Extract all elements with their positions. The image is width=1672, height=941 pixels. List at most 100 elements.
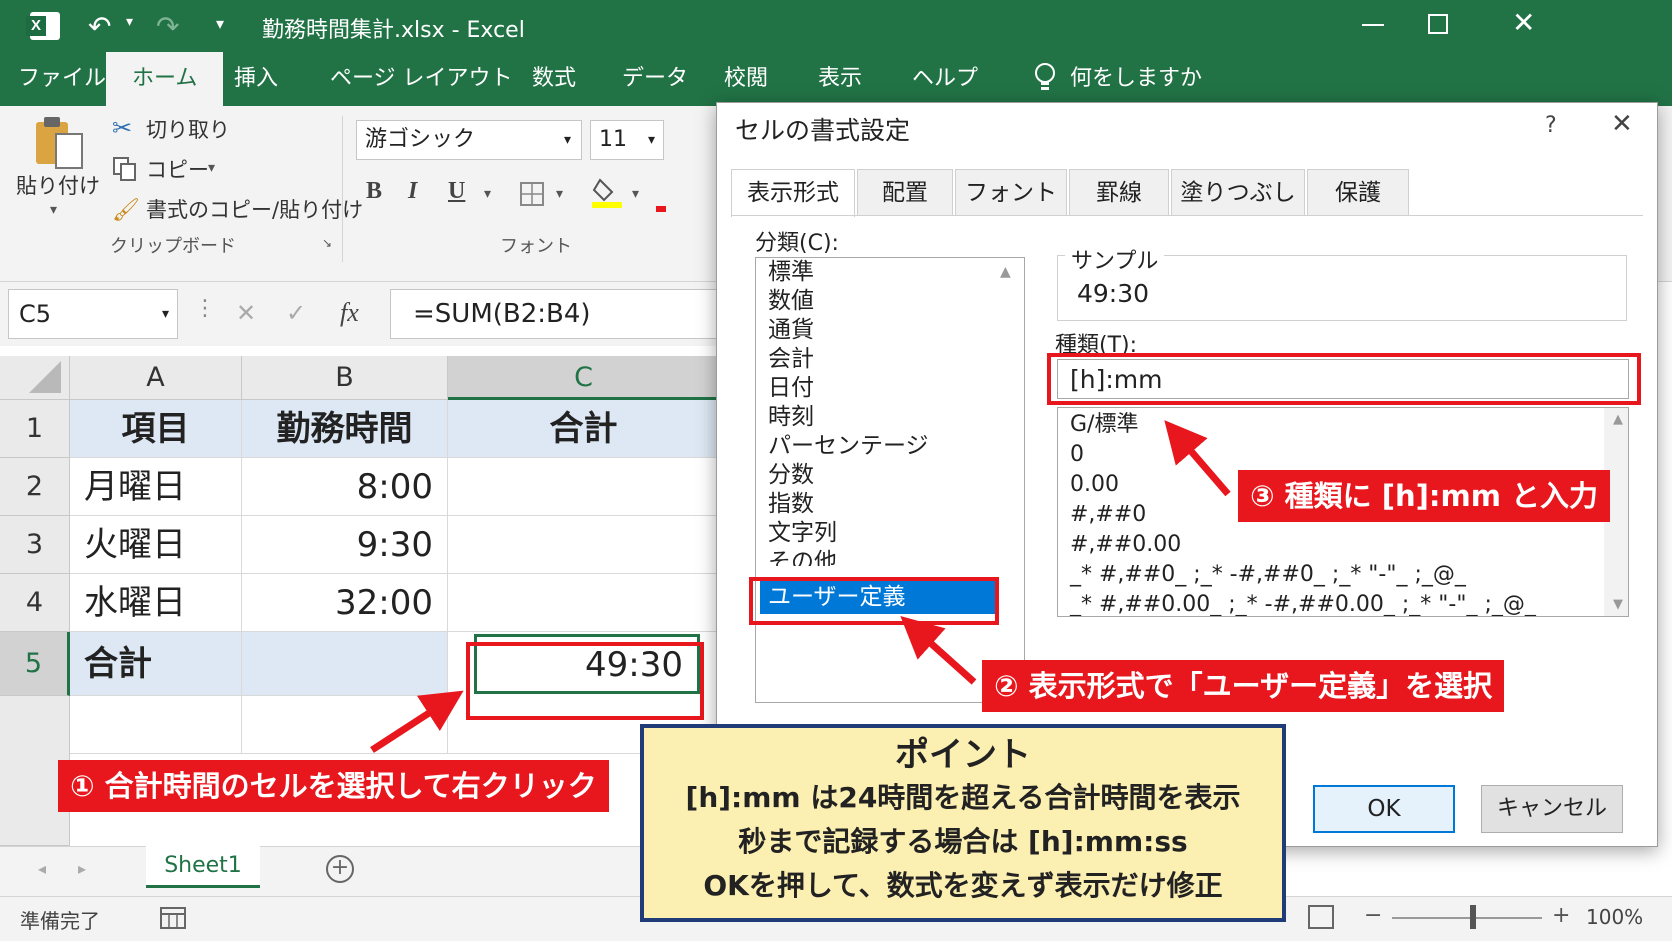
cell-c1[interactable]: 合計 [448,400,720,458]
cell-c4[interactable] [448,574,720,632]
dialog-close-icon[interactable]: ✕ [1611,109,1633,139]
category-item[interactable]: 会計 [768,345,814,374]
redo-icon[interactable]: ↷ [156,10,179,43]
category-listbox[interactable]: 標準 数値 通貨 会計 日付 時刻 パーセンテージ 分数 指数 文字列 その他 … [755,257,1025,703]
tab-review[interactable]: 校閲 [724,52,768,106]
tab-insert[interactable]: 挿入 [234,52,278,106]
category-item[interactable]: 数値 [768,287,814,316]
tab-number[interactable]: 表示形式 [731,169,855,217]
category-item[interactable]: パーセンテージ [768,432,929,461]
type-item[interactable]: #,##0 [1070,500,1146,530]
column-header-c[interactable]: C [448,356,720,400]
sheet-scroll-right-icon[interactable]: ▸ [78,859,86,878]
tab-page-layout[interactable]: ページ レイアウト [330,52,513,106]
cut-label[interactable]: 切り取り [146,114,230,144]
cancel-button[interactable]: キャンセル [1481,785,1623,833]
zoom-level[interactable]: 100% [1586,905,1643,929]
page-layout-view-icon[interactable] [1308,905,1334,929]
type-item[interactable]: 0.00 [1070,470,1119,500]
cancel-entry-icon[interactable]: ✕ [236,289,256,337]
category-item[interactable]: その他 [768,548,837,566]
fill-color-icon[interactable] [592,176,622,208]
scroll-up-icon[interactable]: ▲ [1613,412,1623,427]
cell-b2[interactable]: 8:00 [242,458,448,516]
cell-a5[interactable]: 合計 [70,632,242,696]
insert-function-icon[interactable]: fx [340,289,359,337]
scroll-down-icon[interactable]: ▼ [1613,597,1623,612]
cell-b6[interactable] [242,696,448,754]
column-header-b[interactable]: B [242,356,448,400]
cell-c2[interactable] [448,458,720,516]
copy-label[interactable]: コピー [146,154,209,184]
cell-b3[interactable]: 9:30 [242,516,448,574]
category-item[interactable]: 文字列 [768,519,837,548]
font-name-select[interactable]: 游ゴシック ▾ [356,120,582,160]
formula-input[interactable]: =SUM(B2:B4) [390,289,720,339]
row-header-3[interactable]: 3 [0,516,70,574]
type-item[interactable]: 0 [1070,440,1084,470]
format-painter-label[interactable]: 書式のコピー/貼り付け [146,194,363,224]
tab-help[interactable]: ヘルプ [912,52,978,106]
chevron-down-icon[interactable]: ▾ [50,202,57,218]
italic-button[interactable]: I [408,178,417,205]
type-item[interactable]: G/標準 [1070,410,1138,440]
bold-button[interactable]: B [366,178,382,205]
confirm-entry-icon[interactable]: ✓ [286,289,306,337]
category-item[interactable]: 日付 [768,374,814,403]
tab-border[interactable]: 罫線 [1069,169,1169,215]
tell-me-search[interactable]: 何をしますか [1070,52,1202,106]
customize-qat-icon[interactable]: ▾ [216,14,224,33]
chevron-down-icon[interactable]: ▾ [632,186,639,202]
category-item[interactable]: 指数 [768,490,814,519]
tab-file[interactable]: ファイル [18,52,106,106]
cell-a6[interactable] [70,696,242,754]
category-item[interactable]: 通貨 [768,316,814,345]
cell-a4[interactable]: 水曜日 [70,574,242,632]
row-header-4[interactable]: 4 [0,574,70,632]
row-header-2[interactable]: 2 [0,458,70,516]
type-item[interactable]: #,##0.00 [1070,530,1181,560]
tab-view[interactable]: 表示 [818,52,862,106]
tab-fill[interactable]: 塗りつぶし [1171,169,1305,215]
font-color-icon[interactable] [656,182,666,212]
category-item[interactable]: 標準 [768,258,814,287]
sheet-scroll-left-icon[interactable]: ◂ [38,859,46,878]
ok-button[interactable]: OK [1313,785,1455,833]
tab-protection[interactable]: 保護 [1307,169,1409,215]
zoom-slider-thumb[interactable] [1470,905,1476,929]
zoom-plus[interactable]: + [1552,903,1570,928]
zoom-slider-track[interactable] [1392,917,1542,919]
scissors-icon[interactable]: ✂ [112,114,132,142]
tab-formulas[interactable]: 数式 [532,52,576,106]
underline-button[interactable]: U [448,178,465,205]
category-item[interactable]: 分数 [768,461,814,490]
minimize-icon[interactable] [1362,24,1384,26]
maximize-icon[interactable] [1428,14,1448,34]
name-box[interactable]: C5 ▾ [8,289,178,339]
macro-record-icon[interactable] [160,905,186,929]
type-item[interactable]: _* #,##0.00_ ;_* -#,##0.00_ ;_* "-"_ ;_@… [1070,590,1536,616]
tab-font[interactable]: フォント [955,169,1067,215]
cell-a3[interactable]: 火曜日 [70,516,242,574]
close-icon[interactable]: ✕ [1512,6,1535,39]
select-all-corner[interactable] [0,356,70,400]
zoom-minus[interactable]: − [1364,903,1382,928]
tab-alignment[interactable]: 配置 [857,169,953,215]
cell-c3[interactable] [448,516,720,574]
column-header-a[interactable]: A [70,356,242,400]
font-size-select[interactable]: 11 ▾ [590,120,664,160]
paste-icon[interactable] [34,114,83,169]
tab-home[interactable]: ホーム [106,52,224,106]
chevron-down-icon[interactable]: ▾ [208,160,215,176]
row-header-1[interactable]: 1 [0,400,70,458]
cell-b5[interactable] [242,632,448,696]
paste-label[interactable]: 貼り付け [16,170,100,200]
dialog-launcher-icon[interactable]: ↘ [322,236,332,250]
type-item[interactable]: _* #,##0_ ;_* -#,##0_ ;_* "-"_ ;_@_ [1070,560,1466,590]
chevron-down-icon[interactable]: ▾ [556,186,563,202]
copy-icon[interactable] [112,156,136,181]
cell-b1[interactable]: 勤務時間 [242,400,448,458]
help-icon[interactable]: ? [1545,113,1557,138]
more-icon[interactable]: ⋮ [194,296,216,321]
tab-data[interactable]: データ [622,52,688,106]
